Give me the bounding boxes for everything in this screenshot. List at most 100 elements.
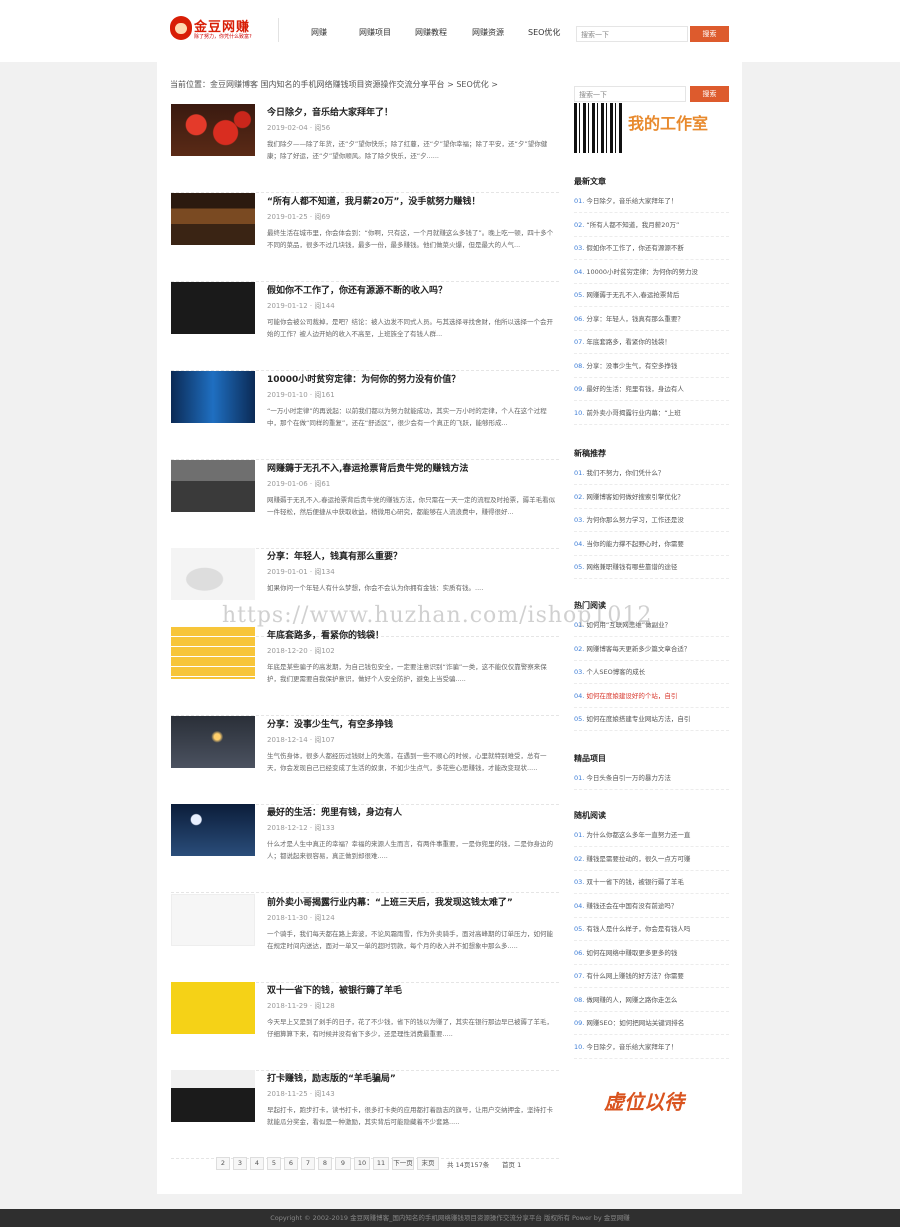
nav-item-wangzhuan[interactable]: 网赚: [311, 27, 327, 38]
sidebar-link-number: 05.: [574, 715, 585, 723]
sidebar-ad[interactable]: 虚位以待: [604, 1086, 684, 1115]
sidebar-link[interactable]: 04. 当你的能力撑不起野心时，你需要: [574, 533, 729, 556]
article-thumbnail[interactable]: [171, 716, 255, 768]
sidebar-link[interactable]: 02. 网赚博客每天更新多少篇文章合适？: [574, 638, 729, 661]
sidebar-link[interactable]: 02. “所有人都不知道，我月薪20万”: [574, 214, 729, 237]
sidebar-link-text: 网赚博客如何做好搜索引擎优化？: [586, 492, 684, 501]
article-title[interactable]: 分享：没事少生气，有空多挣钱: [267, 717, 393, 730]
article-title[interactable]: 10000小时贫穷定律：为何你的努力没有价值？: [267, 372, 460, 385]
sidebar-link[interactable]: 08. 做网赚的人，网赚之路你走怎么: [574, 989, 729, 1012]
sidebar-link[interactable]: 03. 为何你那么努力学习，工作还是没: [574, 509, 729, 532]
sidebar-link-number: 02.: [574, 492, 585, 501]
sidebar-link[interactable]: 03. 双十一省下的钱，被银行薅了羊毛: [574, 871, 729, 894]
article-title[interactable]: 年底套路多，看紧你的钱袋！: [267, 628, 384, 641]
article-meta: 2019-01-10 · 阅161: [267, 391, 335, 399]
page-current[interactable]: 首页 1: [502, 1159, 521, 1169]
sidebar-link-text: “所有人都不知道，我月薪20万”: [586, 220, 680, 229]
sidebar-search-button[interactable]: 搜索: [690, 86, 729, 102]
article-title[interactable]: 分享：年轻人，钱真有那么重要？: [267, 549, 402, 562]
article-thumbnail[interactable]: [171, 627, 255, 679]
article-thumbnail[interactable]: [171, 193, 255, 245]
article-item: 打卡赚钱，励志版的“羊毛骗局” 2018-11-25 · 阅143 早起打卡，跑步打…: [171, 1070, 559, 1159]
sidebar-link[interactable]: 07. 有什么网上赚钱的好方法？你需要: [574, 965, 729, 988]
header-search-input[interactable]: 搜索一下: [576, 26, 688, 42]
article-thumbnail[interactable]: [171, 804, 255, 856]
sidebar-link-number: 05.: [574, 291, 585, 299]
page-button[interactable]: 9: [335, 1157, 351, 1170]
article-item: 最好的生活：兜里有钱，身边有人 2018-12-12 · 阅133 什么才是人生中真…: [171, 804, 559, 893]
page-button[interactable]: 7: [301, 1157, 315, 1170]
sidebar-link[interactable]: 02. 赚钱是需要拉动的，很久一点方可赚: [574, 848, 729, 871]
article-thumbnail[interactable]: [171, 548, 255, 600]
article-meta: 2019-01-25 · 阅69: [267, 213, 331, 221]
sidebar-link[interactable]: 10. 前外卖小哥揭露行业内幕：“上班: [574, 402, 729, 425]
sidebar-link-number: 06.: [574, 314, 585, 323]
sidebar-link-number: 07.: [574, 338, 585, 346]
article-thumbnail[interactable]: [171, 460, 255, 512]
sidebar-link-number: 01.: [574, 197, 585, 205]
article-item: 网赚薅于无孔不入,春运抢票背后贵牛党的赚钱方法 2019-01-06 · 阅61 网…: [171, 460, 559, 549]
sidebar-link[interactable]: 04. 如何在度娘建设好的个站，自引: [574, 685, 729, 708]
article-title[interactable]: 最好的生活：兜里有钱，身边有人: [267, 805, 402, 818]
article-title[interactable]: 双十一省下的钱，被银行薅了羊毛: [267, 983, 402, 996]
sidebar-link[interactable]: 03. 个人SEO博客的成长: [574, 661, 729, 684]
sidebar-link[interactable]: 06. 如何在网络中赚取更多更多的钱: [574, 942, 729, 965]
sidebar-link[interactable]: 10. 今日除夕，音乐给大家拜年了！: [574, 1036, 729, 1059]
page-button[interactable]: 末页: [417, 1157, 439, 1170]
page-button[interactable]: 4: [250, 1157, 264, 1170]
page-button[interactable]: 5: [267, 1157, 281, 1170]
article-title[interactable]: 网赚薅于无孔不入,春运抢票背后贵牛党的赚钱方法: [267, 461, 468, 474]
sidebar-link[interactable]: 05. 网赚薅于无孔不入,春运抢票背后: [574, 284, 729, 307]
sidebar-link[interactable]: 04. 10000小时贫穷定律：为何你的努力没: [574, 261, 729, 284]
sidebar-link-text: 网赚博客每天更新多少篇文章合适？: [586, 644, 691, 653]
mascot-icon: [170, 16, 192, 40]
page-button[interactable]: 下一页: [392, 1157, 414, 1170]
article-thumbnail[interactable]: [171, 982, 255, 1034]
sidebar-link[interactable]: 02. 网赚博客如何做好搜索引擎优化？: [574, 486, 729, 509]
article-meta: 2018-11-25 · 阅143: [267, 1090, 335, 1098]
sidebar-link[interactable]: 09. 网赚SEO：如何把网站关键词排名: [574, 1012, 729, 1035]
page-button[interactable]: 8: [318, 1157, 332, 1170]
nav-item-projects[interactable]: 网赚项目: [359, 27, 391, 38]
sidebar-link[interactable]: 01. 今日除夕，音乐给大家拜年了！: [574, 190, 729, 213]
nav-item-seo[interactable]: SEO优化: [528, 27, 560, 38]
sidebar-link[interactable]: 07. 年底套路多，看紧你的钱袋！: [574, 331, 729, 354]
article-title[interactable]: 假如你不工作了，你还有源源不断的收入吗？: [267, 283, 447, 296]
sidebar-link[interactable]: 05. 如何在度娘搭建专业网站方法，自引: [574, 708, 729, 731]
workroom-text: 我的工作室: [628, 114, 709, 133]
article-thumbnail[interactable]: [171, 371, 255, 423]
sidebar-link[interactable]: 04. 赚钱还会在中国有没有前途吗？: [574, 895, 729, 918]
workroom-banner[interactable]: 我的工作室: [574, 103, 729, 153]
site-logo[interactable]: 金豆网赚 除了努力，你凭什么致富?: [170, 16, 262, 42]
page-button[interactable]: 2: [216, 1157, 230, 1170]
article-meta: 2019-02-04 · 阅56: [267, 124, 331, 132]
sidebar-link[interactable]: 01. 为什么你都这么多年一直努力还一直: [574, 824, 729, 847]
nav-item-tutorials[interactable]: 网赚教程: [415, 27, 447, 38]
article-title[interactable]: 今日除夕，音乐给大家拜年了！: [267, 105, 393, 118]
sidebar-link[interactable]: 06. 分享：年轻人，钱真有那么重要？: [574, 308, 729, 331]
sidebar-search-input[interactable]: 搜索一下: [574, 86, 686, 102]
sidebar-link-number: 01.: [574, 831, 585, 839]
sidebar-link[interactable]: 01. 今日头条自引一万的暴力方法: [574, 767, 729, 790]
page-button[interactable]: 3: [233, 1157, 247, 1170]
page-button[interactable]: 11: [373, 1157, 389, 1170]
header-search-button[interactable]: 搜索: [690, 26, 729, 42]
article-thumbnail[interactable]: [171, 104, 255, 156]
nav-item-resources[interactable]: 网赚资源: [472, 27, 504, 38]
sidebar-link[interactable]: 01. 我们不努力，你们凭什么？: [574, 462, 729, 485]
article-title[interactable]: 前外卖小哥揭露行业内幕：“上班三天后，我发现这钱太难了”: [267, 895, 513, 908]
sidebar-link[interactable]: 05. 网络兼职赚钱有哪些靠谱的途径: [574, 556, 729, 579]
article-thumbnail[interactable]: [171, 894, 255, 946]
page-button[interactable]: 6: [284, 1157, 298, 1170]
sidebar-link[interactable]: 05. 有钱人是什么样子，你会是有钱人吗: [574, 918, 729, 941]
sidebar-link[interactable]: 09. 最好的生活：兜里有钱，身边有人: [574, 378, 729, 401]
sidebar-link-text: 前外卖小哥揭露行业内幕：“上班: [586, 408, 681, 417]
article-title[interactable]: “所有人都不知道，我月薪20万”，没手就努力赚钱！: [267, 194, 480, 207]
article-thumbnail[interactable]: [171, 282, 255, 334]
sidebar-link[interactable]: 03. 假如你不工作了，你还有源源不断: [574, 237, 729, 260]
article-thumbnail[interactable]: [171, 1070, 255, 1122]
sidebar-link-text: 如何在网络中赚取更多更多的钱: [586, 948, 678, 957]
article-title[interactable]: 打卡赚钱，励志版的“羊毛骗局”: [267, 1071, 396, 1084]
sidebar-link[interactable]: 08. 分享：没事少生气，有空多挣钱: [574, 355, 729, 378]
page-button[interactable]: 10: [354, 1157, 370, 1170]
